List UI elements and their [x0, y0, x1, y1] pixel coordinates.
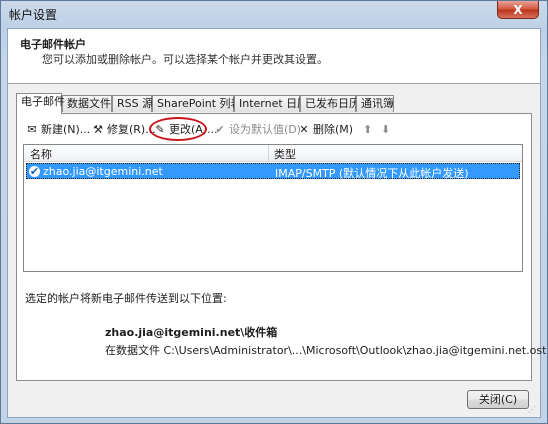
dialog-header: 电子邮件帐户 您可以添加或删除帐户。可以选择某个帐户并更改其设置。	[8, 29, 540, 84]
email-tab-panel: ✉ 新建(N)... ⚒ 修复(R)... ✎ 更改(A)... ✔ 设为默认值(D) …	[16, 113, 548, 381]
header-title: 电子邮件帐户	[20, 38, 86, 51]
new-icon: ✉	[27, 123, 37, 136]
set-default-label: 设为默认值(D)	[229, 123, 302, 136]
delivery-note: 选定的帐户将新电子邮件传送到以下位置:	[25, 292, 227, 305]
move-down-icon[interactable]: ⬇	[381, 122, 390, 138]
title-bar: 帐户设置 X	[1, 1, 547, 27]
remove-button[interactable]: ✕ 删除(M)	[297, 122, 353, 138]
move-up-icon[interactable]: ⬆	[363, 122, 372, 138]
column-header-type[interactable]: 类型	[274, 146, 296, 162]
header-description: 您可以添加或删除帐户。可以选择某个帐户并更改其设置。	[42, 53, 328, 66]
account-settings-window: 帐户设置 X 电子邮件帐户 您可以添加或删除帐户。可以选择某个帐户并更改其设置。…	[0, 0, 548, 424]
column-header-name[interactable]: 名称	[30, 146, 52, 162]
dialog-client: 电子邮件帐户 您可以添加或删除帐户。可以选择某个帐户并更改其设置。 电子邮件 数…	[7, 28, 548, 418]
new-button[interactable]: ✉ 新建(N)...	[25, 122, 90, 138]
remove-label: 删除(M)	[313, 123, 354, 136]
tab-sharepoint[interactable]: SharePoint 列表	[152, 95, 242, 112]
account-type: IMAP/SMTP (默认情况下从此帐户发送)	[275, 167, 469, 180]
window-title: 帐户设置	[9, 8, 58, 22]
delivery-destination: zhao.jia@itgemini.net\收件箱	[105, 326, 278, 339]
window-close-button[interactable]: X	[497, 1, 539, 19]
delivery-path: 在数据文件 C:\Users\Administrator\...\Microso…	[105, 344, 548, 357]
check-circle-icon: ✔	[215, 123, 225, 136]
tab-email[interactable]: 电子邮件	[16, 93, 65, 114]
account-toolbar: ✉ 新建(N)... ⚒ 修复(R)... ✎ 更改(A)... ✔ 设为默认值(D) …	[25, 117, 525, 141]
table-row[interactable]: ✔ zhao.jia@itgemini.net IMAP/SMTP (默认情况下…	[26, 163, 520, 180]
set-default-button[interactable]: ✔ 设为默认值(D)	[213, 122, 301, 138]
new-label: 新建(N)...	[41, 123, 91, 136]
account-name: zhao.jia@itgemini.net	[43, 165, 163, 178]
tab-rss[interactable]: RSS 源	[112, 95, 153, 112]
tab-strip: 电子邮件 数据文件 RSS 源 SharePoint 列表 Internet 日…	[16, 93, 536, 114]
tab-published-calendar[interactable]: 已发布日历	[300, 95, 360, 112]
delete-x-icon: ✕	[299, 123, 309, 136]
tab-data-files[interactable]: 数据文件	[62, 95, 112, 112]
highlight-circle	[149, 117, 207, 141]
repair-button[interactable]: ⚒ 修复(R)...	[91, 122, 156, 138]
account-list[interactable]: 名称 类型 ✔ zhao.jia@itgemini.net IMAP/SMTP …	[23, 144, 523, 272]
resize-grip-icon[interactable]: ⋰	[528, 405, 538, 415]
wrench-icon: ⚒	[93, 123, 103, 136]
column-separator	[268, 145, 269, 161]
close-button[interactable]: 关闭(C)	[467, 390, 529, 409]
tab-address-book[interactable]: 通讯簿	[356, 95, 394, 112]
list-header: 名称 类型	[24, 145, 522, 162]
tab-internet-calendar[interactable]: Internet 日历	[234, 95, 308, 112]
